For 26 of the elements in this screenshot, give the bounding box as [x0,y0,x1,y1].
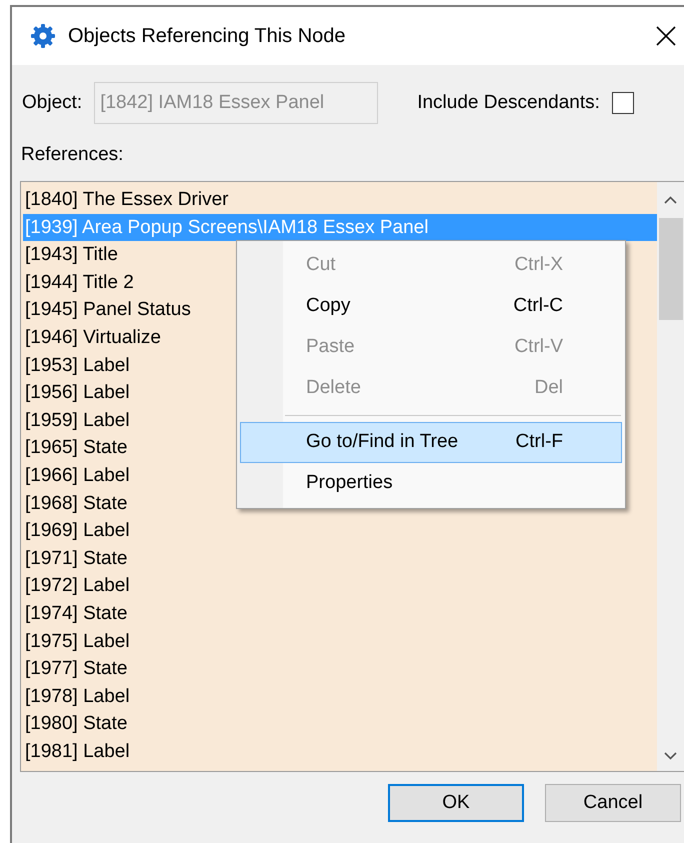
scrollbar[interactable] [657,182,684,771]
reference-item[interactable]: [1972] Label [23,572,657,600]
menu-item[interactable]: Properties [240,463,622,504]
reference-item[interactable]: [1980] State [23,710,657,738]
menu-item[interactable]: Copy Ctrl-C [240,286,622,327]
reference-item[interactable]: [1971] State [23,544,657,572]
gear-icon [30,23,56,49]
include-descendants-checkbox[interactable] [612,92,634,114]
reference-item[interactable]: [1981] Label [23,738,657,766]
scroll-up-icon[interactable] [664,196,677,204]
reference-item[interactable]: [1840] The Essex Driver [23,186,657,214]
include-descendants-label: Include Descendants: [417,90,600,115]
scroll-down-icon[interactable] [664,752,677,760]
reference-item[interactable]: [1975] Label [23,628,657,656]
references-label: References: [21,143,124,167]
reference-item[interactable]: [1978] Label [23,682,657,710]
reference-item[interactable]: [1969] Label [23,517,657,545]
scrollbar-thumb[interactable] [659,218,683,320]
reference-item[interactable]: [1974] State [23,600,657,628]
window-title: Objects Referencing This Node [68,24,346,49]
menu-item[interactable]: Go to/Find in Tree Ctrl-F [240,422,622,463]
object-label: Object: [22,90,82,115]
dialog-button[interactable]: OK [388,784,524,822]
dialog-button[interactable]: Cancel [545,784,681,822]
reference-item[interactable]: [1977] State [23,655,657,683]
close-icon[interactable] [656,26,676,46]
